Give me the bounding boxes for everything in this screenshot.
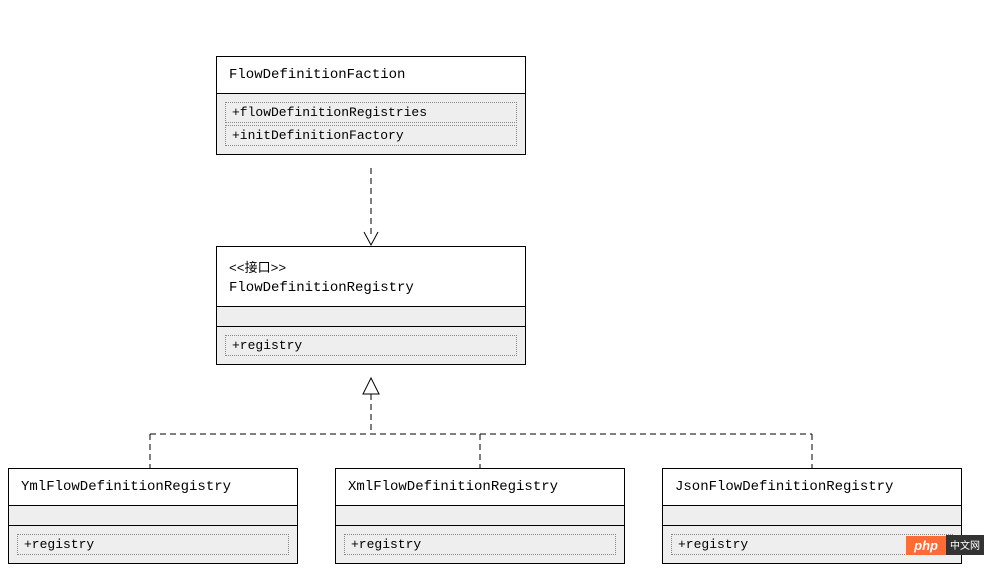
attributes-section-empty bbox=[9, 506, 297, 526]
watermark-php: php bbox=[906, 536, 946, 555]
uml-class-xml: XmlFlowDefinitionRegistry +registry bbox=[335, 468, 625, 564]
operations-section: +registry bbox=[336, 526, 624, 563]
watermark-cn: 中文网 bbox=[946, 535, 984, 555]
operation: +registry bbox=[225, 335, 517, 356]
class-title: YmlFlowDefinitionRegistry bbox=[9, 469, 297, 506]
watermark: php 中文网 bbox=[906, 535, 984, 555]
stereotype: <<接口>> bbox=[229, 257, 513, 276]
attributes-section: +flowDefinitionRegistries +initDefinitio… bbox=[217, 94, 525, 154]
attributes-section-empty bbox=[217, 307, 525, 327]
class-title: XmlFlowDefinitionRegistry bbox=[336, 469, 624, 506]
attribute: +flowDefinitionRegistries bbox=[225, 102, 517, 123]
attributes-section-empty bbox=[663, 506, 961, 526]
uml-class-registry: <<接口>> FlowDefinitionRegistry +registry bbox=[216, 246, 526, 365]
operation: +initDefinitionFactory bbox=[225, 125, 517, 146]
class-title: FlowDefinitionFaction bbox=[217, 57, 525, 94]
operations-section: +registry bbox=[217, 327, 525, 364]
attributes-section-empty bbox=[336, 506, 624, 526]
operation: +registry bbox=[17, 534, 289, 555]
uml-class-factory: FlowDefinitionFaction +flowDefinitionReg… bbox=[216, 56, 526, 155]
class-title: JsonFlowDefinitionRegistry bbox=[663, 469, 961, 506]
operations-section: +registry bbox=[9, 526, 297, 563]
operation: +registry bbox=[344, 534, 616, 555]
class-title: <<接口>> FlowDefinitionRegistry bbox=[217, 247, 525, 307]
class-name: FlowDefinitionRegistry bbox=[229, 280, 513, 296]
uml-class-yml: YmlFlowDefinitionRegistry +registry bbox=[8, 468, 298, 564]
